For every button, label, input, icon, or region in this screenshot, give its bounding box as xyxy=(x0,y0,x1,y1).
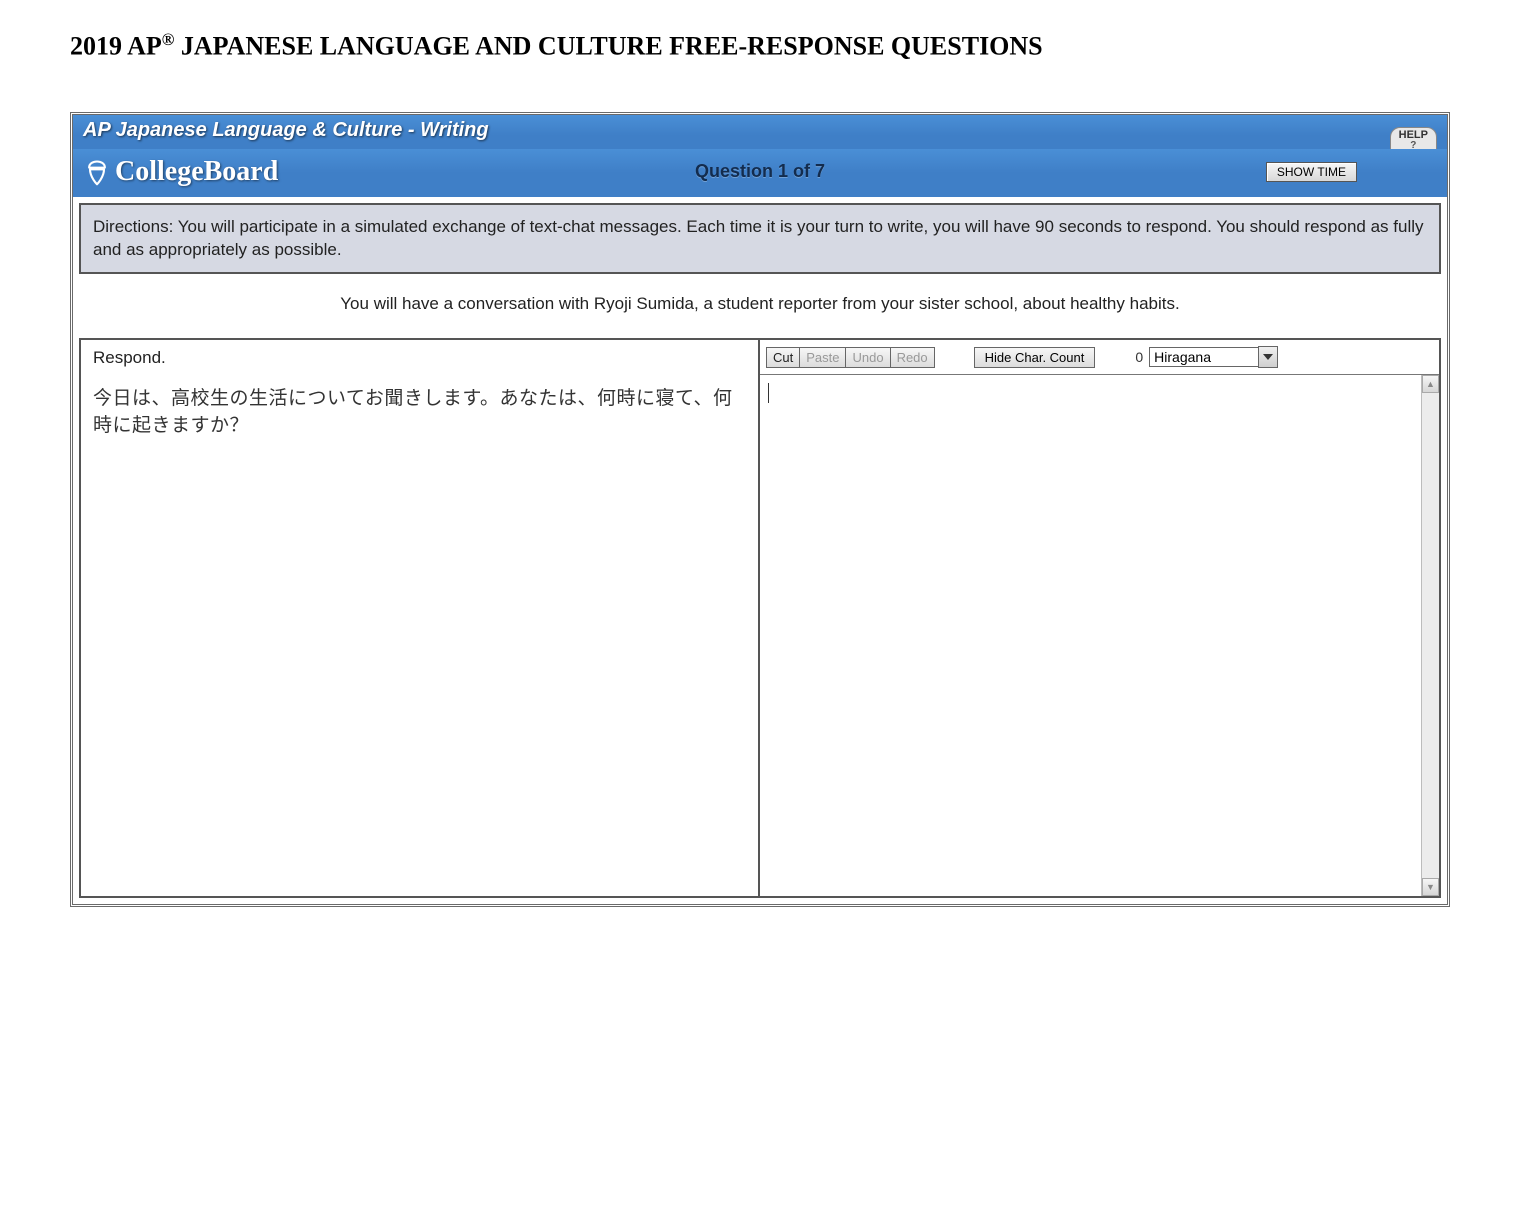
scroll-down-button[interactable]: ▼ xyxy=(1422,878,1439,896)
context-line: You will have a conversation with Ryoji … xyxy=(73,280,1447,338)
scroll-up-button[interactable]: ▲ xyxy=(1422,375,1439,393)
japanese-prompt: 今日は、高校生の生活についてお聞きします。あなたは、何時に寝て、何時に起きますか… xyxy=(93,386,746,439)
respond-label: Respond. xyxy=(93,348,746,368)
chevron-down-icon xyxy=(1263,354,1273,360)
hide-char-count-button[interactable]: Hide Char. Count xyxy=(974,347,1096,368)
text-cursor xyxy=(768,383,769,403)
response-pane: Cut Paste Undo Redo Hide Char. Count 0 H… xyxy=(760,340,1439,896)
directions-box: Directions: You will participate in a si… xyxy=(79,203,1441,275)
paste-button[interactable]: Paste xyxy=(799,347,846,368)
show-time-button[interactable]: SHOW TIME xyxy=(1266,162,1357,182)
redo-button[interactable]: Redo xyxy=(890,347,935,368)
response-textarea[interactable]: ▲ ▼ xyxy=(760,375,1439,896)
char-count-value: 0 xyxy=(1135,349,1143,365)
window-titlebar: AP Japanese Language & Culture - Writing… xyxy=(73,115,1447,149)
undo-button[interactable]: Undo xyxy=(845,347,890,368)
collegeboard-logo: CollegeBoard xyxy=(83,156,278,188)
app-window: AP Japanese Language & Culture - Writing… xyxy=(70,112,1450,908)
editor-toolbar: Cut Paste Undo Redo Hide Char. Count 0 H… xyxy=(760,340,1439,375)
acorn-icon xyxy=(83,158,111,186)
brand-bar: CollegeBoard Question 1 of 7 SHOW TIME xyxy=(73,149,1447,197)
window-title: AP Japanese Language & Culture - Writing xyxy=(83,119,489,142)
question-counter: Question 1 of 7 xyxy=(695,161,825,182)
ime-dropdown-button[interactable] xyxy=(1258,346,1278,368)
logo-text: CollegeBoard xyxy=(115,156,278,188)
ime-mode-select[interactable]: Hiragana xyxy=(1149,347,1259,367)
vertical-scrollbar[interactable]: ▲ ▼ xyxy=(1421,375,1439,896)
document-title: 2019 AP® JAPANESE LANGUAGE AND CULTURE F… xyxy=(70,30,1450,62)
prompt-pane: Respond. 今日は、高校生の生活についてお聞きします。あなたは、何時に寝て… xyxy=(81,340,760,896)
workspace: Respond. 今日は、高校生の生活についてお聞きします。あなたは、何時に寝て… xyxy=(79,338,1441,898)
title-suffix: JAPANESE LANGUAGE AND CULTURE FREE-RESPO… xyxy=(174,32,1042,61)
registered-mark: ® xyxy=(162,30,175,49)
title-prefix: 2019 AP xyxy=(70,32,162,61)
ime-selector: 0 Hiragana xyxy=(1135,346,1278,368)
ime-mode-value: Hiragana xyxy=(1154,349,1211,365)
help-label: HELP xyxy=(1399,129,1428,141)
cut-button[interactable]: Cut xyxy=(766,347,800,368)
